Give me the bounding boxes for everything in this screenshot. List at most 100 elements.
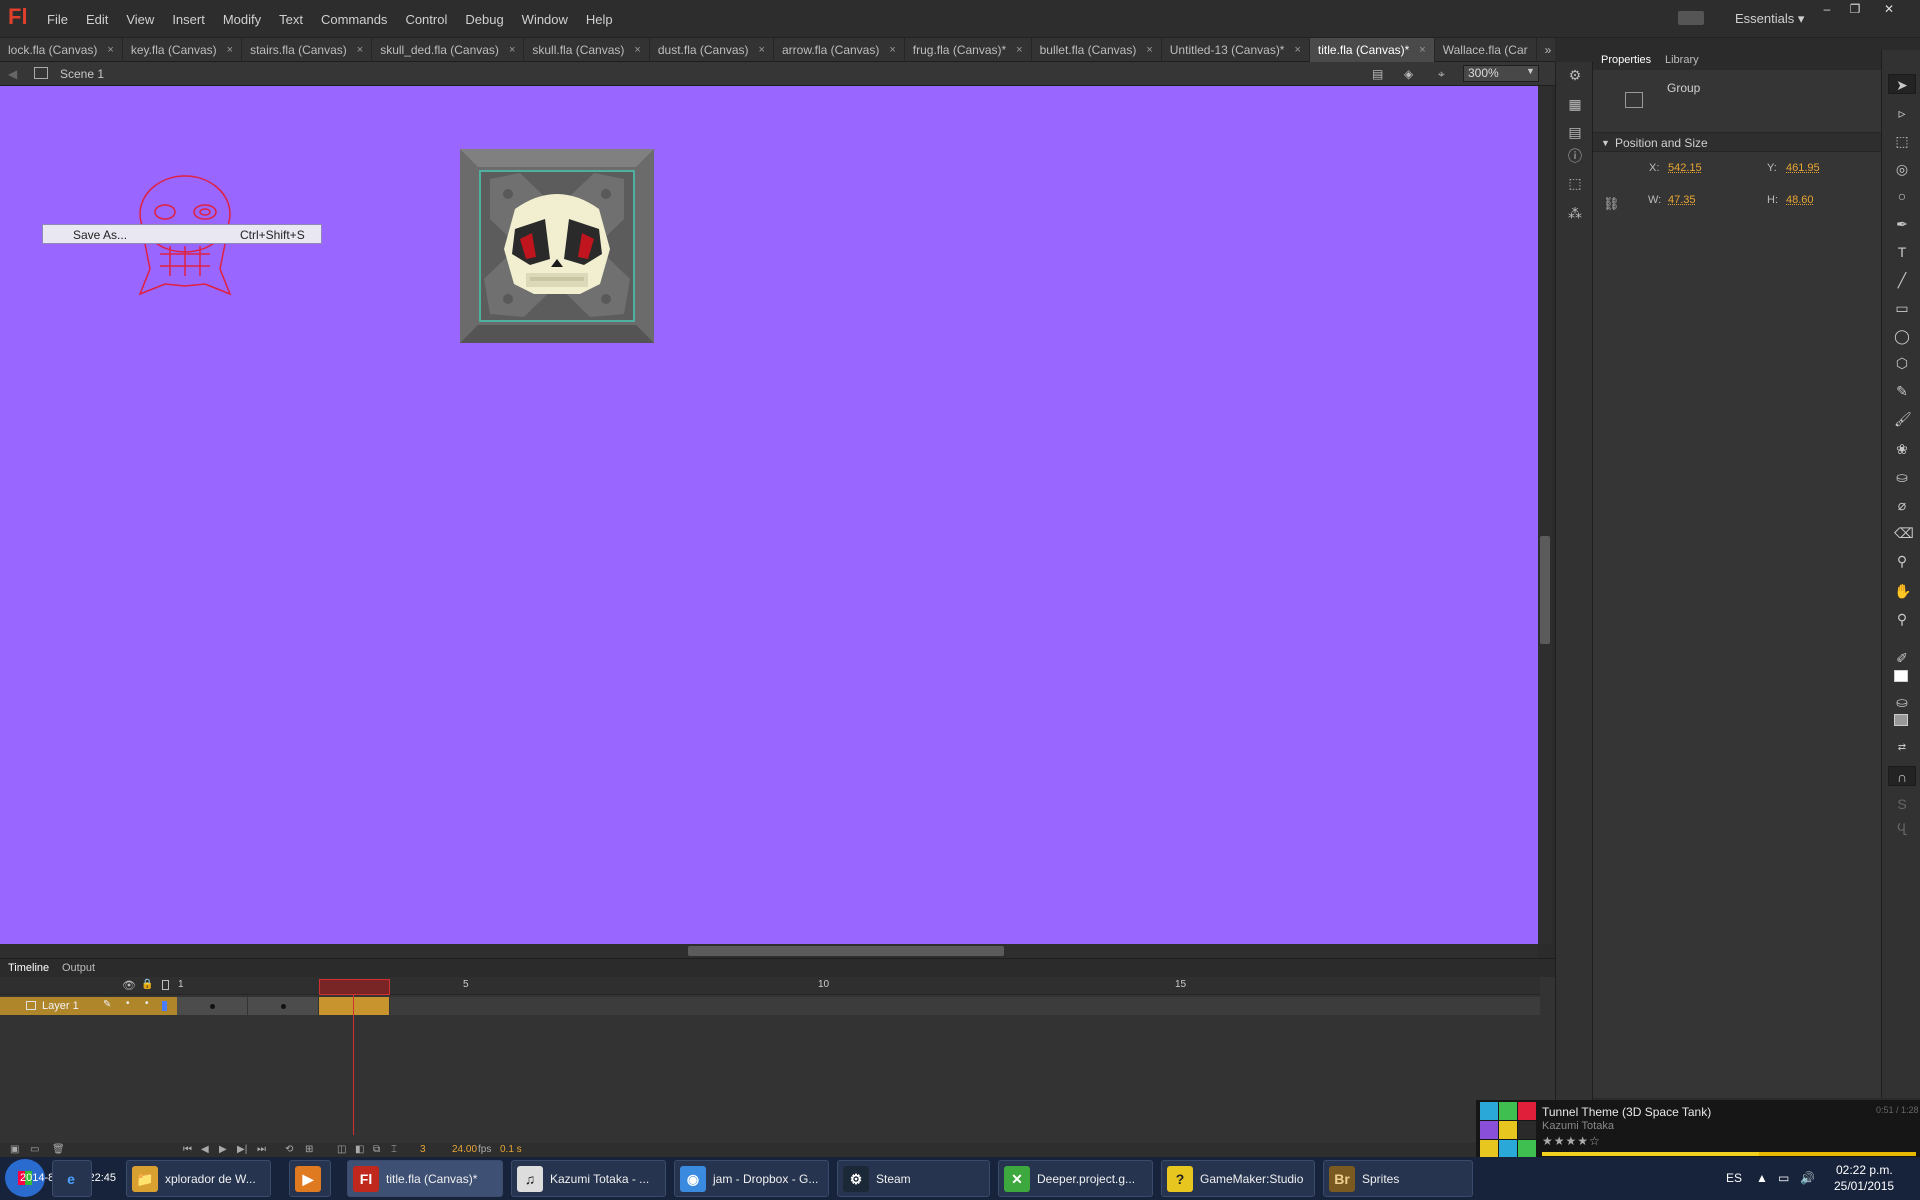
eyedropper-tool-icon[interactable]: ⌀ <box>1894 497 1910 513</box>
tab-skull-ded[interactable]: skull_ded.fla (Canvas) × <box>372 38 525 62</box>
edit-symbols-icon[interactable]: ◈ <box>1404 67 1420 81</box>
close-tab-icon[interactable]: × <box>889 44 895 56</box>
link-proportions-icon[interactable]: ⛓ <box>1603 196 1620 212</box>
tab-dust[interactable]: dust.fla (Canvas) × <box>650 38 774 62</box>
playhead[interactable] <box>319 979 390 995</box>
frame-rate[interactable]: 24.00 <box>452 1144 477 1155</box>
pencil-tool-icon[interactable]: ✎ <box>1894 383 1910 399</box>
tab-arrow[interactable]: arrow.fla (Canvas) × <box>774 38 905 62</box>
close-window-button[interactable]: ✕ <box>1875 2 1903 18</box>
edit-scene-icon[interactable]: ▤ <box>1372 67 1388 81</box>
oval-tool-icon[interactable]: ◯ <box>1894 328 1910 344</box>
close-tab-icon[interactable]: × <box>1146 44 1152 56</box>
track-rating[interactable]: ★★★★☆ <box>1542 1134 1601 1148</box>
hand-tool-icon[interactable]: ✋ <box>1894 583 1911 599</box>
menu-insert[interactable]: Insert <box>163 12 214 27</box>
pen-tool-icon[interactable]: ✒ <box>1894 216 1910 232</box>
scroll-thumb[interactable] <box>688 946 1004 956</box>
maximize-button[interactable]: ❐ <box>1841 2 1869 18</box>
color-icon[interactable]: ▤ <box>1567 125 1583 139</box>
lock-icon[interactable]: 🔒 <box>141 979 153 990</box>
collapse-triangle-icon[interactable]: ▼ <box>1601 138 1610 148</box>
sync-settings-icon[interactable] <box>1678 11 1704 25</box>
track-progress[interactable] <box>1542 1152 1916 1156</box>
close-tab-icon[interactable]: × <box>1016 44 1022 56</box>
tab-skull[interactable]: skull.fla (Canvas) × <box>524 38 650 62</box>
modify-markers-icon[interactable]: ⌶ <box>391 1144 397 1155</box>
taskbar-media-player[interactable]: ▶ <box>289 1160 331 1197</box>
snap-magnet-icon[interactable]: ∩ <box>1888 766 1916 786</box>
taskbar-music-player[interactable]: ♫ Kazumi Totaka - ... <box>511 1160 666 1197</box>
play-icon[interactable]: ▶ <box>219 1144 227 1155</box>
taskbar-gamemaker-project[interactable]: ✕ Deeper.project.g... <box>998 1160 1153 1197</box>
fill-color-icon[interactable]: ⛀ <box>1894 694 1910 710</box>
line-tool-icon[interactable]: ╱ <box>1894 272 1910 288</box>
keyframe-selected[interactable] <box>319 997 390 1015</box>
album-art[interactable] <box>1480 1102 1536 1158</box>
taskbar-explorer[interactable]: 📁 xplorador de W... <box>126 1160 271 1197</box>
frame-ruler[interactable]: 👁 🔒 1 5 10 15 <box>0 977 1540 995</box>
close-tab-icon[interactable]: × <box>227 44 233 56</box>
menu-file[interactable]: File <box>38 12 77 27</box>
eraser-tool-icon[interactable]: ⌫ <box>1894 525 1914 541</box>
close-tab-icon[interactable]: × <box>1419 44 1425 56</box>
current-frame[interactable]: 3 <box>420 1144 426 1155</box>
free-transform-tool-icon[interactable]: ⬚ <box>1894 133 1910 149</box>
selection-tool-icon[interactable]: ➤ <box>1888 74 1916 94</box>
menu-modify[interactable]: Modify <box>214 12 270 27</box>
layer-frames[interactable] <box>177 997 1540 1015</box>
outline-icon[interactable] <box>162 980 169 990</box>
close-tab-icon[interactable]: × <box>759 44 765 56</box>
tab-lock[interactable]: lock.fla (Canvas) × <box>0 38 123 62</box>
tab-bullet[interactable]: bullet.fla (Canvas) × <box>1032 38 1162 62</box>
taskbar-chrome[interactable]: ◉ jam - Dropbox - G... <box>674 1160 829 1197</box>
swap-colors-icon[interactable]: ⇄ <box>1894 740 1910 756</box>
taskbar-gamemaker-studio[interactable]: ? GameMaker:Studio <box>1161 1160 1315 1197</box>
tab-stairs[interactable]: stairs.fla (Canvas) × <box>242 38 373 62</box>
motion-presets-icon[interactable]: ⚙ <box>1567 68 1583 82</box>
taskbar-steam[interactable]: ⚙ Steam <box>837 1160 990 1197</box>
transform-icon[interactable]: ⬚ <box>1567 176 1583 190</box>
ie-button[interactable]: e <box>52 1160 92 1197</box>
tab-properties[interactable]: Properties <box>1601 54 1651 66</box>
stroke-color-icon[interactable]: ✐ <box>1894 650 1910 666</box>
position-size-section[interactable]: ▼ Position and Size <box>1593 132 1881 152</box>
menu-edit[interactable]: Edit <box>77 12 117 27</box>
close-tab-icon[interactable]: × <box>509 44 515 56</box>
scroll-thumb[interactable] <box>1540 536 1550 644</box>
context-menu-save-as[interactable]: Save As... Ctrl+Shift+S <box>42 224 322 244</box>
step-back-icon[interactable]: ◀ <box>201 1144 209 1155</box>
stage-vertical-scrollbar[interactable] <box>1538 86 1552 944</box>
clock-time[interactable]: 02:22 p.m. <box>1836 1163 1893 1177</box>
first-frame-icon[interactable]: ⏮ <box>183 1144 192 1155</box>
lasso-tool-icon[interactable]: ○ <box>1894 188 1910 204</box>
tab-title[interactable]: title.fla (Canvas)* × <box>1309 38 1435 62</box>
step-forward-icon[interactable]: ▶| <box>237 1144 247 1155</box>
zoom-dropdown-icon[interactable]: ▼ <box>1526 66 1535 76</box>
info-icon[interactable]: ⓘ <box>1567 149 1583 163</box>
3d-rotation-tool-icon[interactable]: ◎ <box>1894 161 1910 177</box>
layer-name[interactable]: Layer 1 <box>42 1000 79 1012</box>
keyframe[interactable] <box>177 997 248 1015</box>
tray-expand-icon[interactable]: ▲ <box>1756 1171 1768 1185</box>
language-indicator[interactable]: ES <box>1726 1171 1742 1185</box>
stage-canvas[interactable]: Save As... Ctrl+Shift+S <box>0 86 1538 944</box>
new-folder-icon[interactable]: ▭ <box>30 1144 39 1155</box>
onion-outline-icon[interactable]: ◧ <box>355 1144 364 1155</box>
deco-tool-icon[interactable]: ❀ <box>1894 441 1910 457</box>
tab-key[interactable]: key.fla (Canvas) × <box>123 38 243 62</box>
onion-skin-icon[interactable]: ◫ <box>337 1144 346 1155</box>
close-tab-icon[interactable]: × <box>1294 44 1300 56</box>
x-value[interactable]: 542.15 <box>1668 162 1702 174</box>
save-as-label[interactable]: Save As... <box>73 228 127 242</box>
polystar-tool-icon[interactable]: ⬡ <box>1894 355 1910 371</box>
edit-multiple-icon[interactable]: ⧉ <box>373 1144 380 1155</box>
menu-text[interactable]: Text <box>270 12 312 27</box>
menu-control[interactable]: Control <box>396 12 456 27</box>
clock-date[interactable]: 25/01/2015 <box>1834 1179 1894 1193</box>
menu-view[interactable]: View <box>117 12 163 27</box>
y-value[interactable]: 461.95 <box>1786 162 1820 174</box>
tab-untitled-13[interactable]: Untitled-13 (Canvas)* × <box>1162 38 1310 62</box>
taskbar-bridge[interactable]: Br Sprites <box>1323 1160 1473 1197</box>
network-icon[interactable]: ▭ <box>1778 1171 1789 1185</box>
